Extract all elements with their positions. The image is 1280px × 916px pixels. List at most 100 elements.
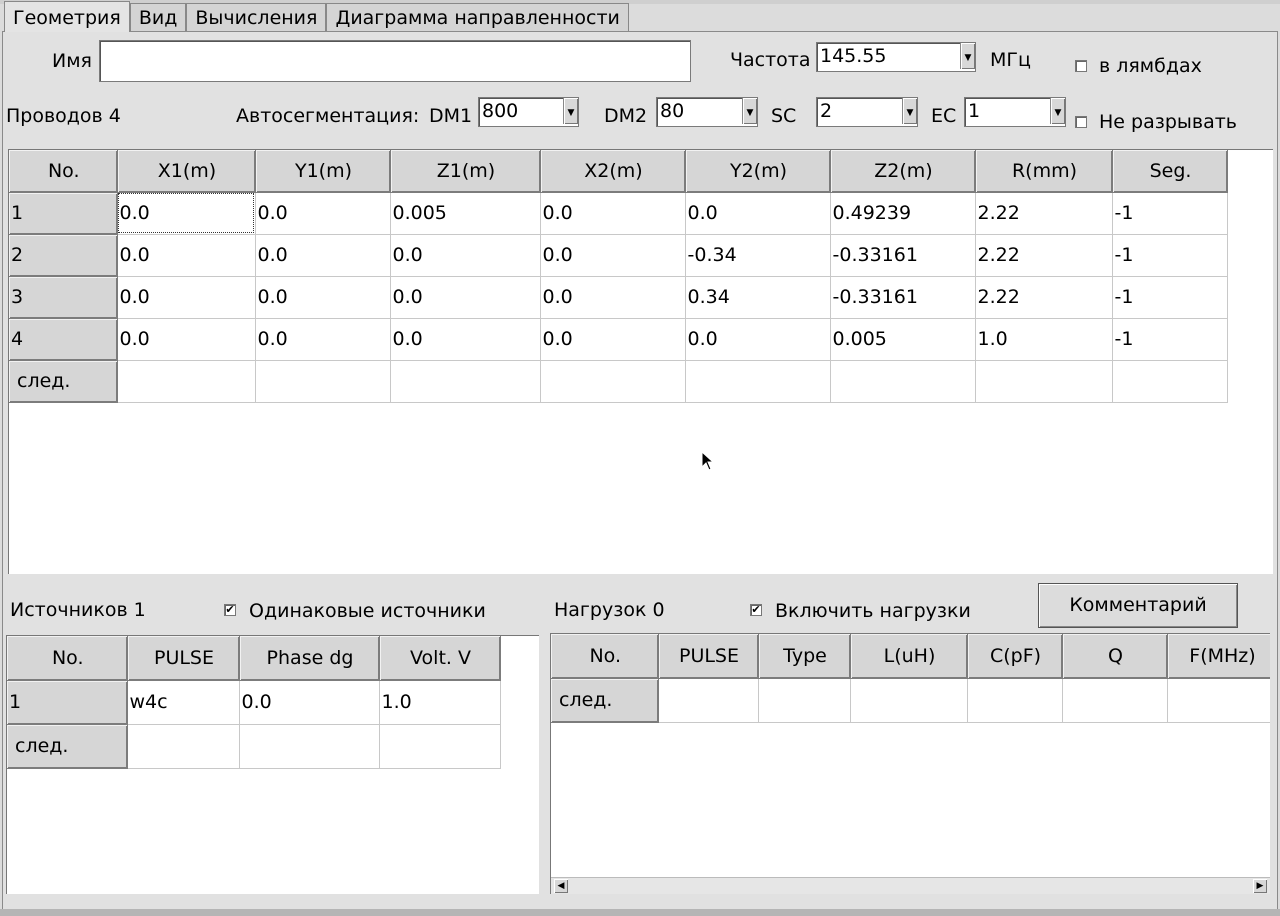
row-header[interactable]: 1 [9, 192, 118, 235]
tab-geometry[interactable]: Геометрия [4, 1, 130, 32]
grid-cell[interactable] [850, 678, 968, 723]
col-header-x2[interactable]: X2(m) [540, 150, 686, 193]
col-header-no[interactable]: No. [551, 634, 659, 679]
chevron-down-icon[interactable]: ▼ [960, 43, 975, 69]
grid-cell[interactable]: 0.0 [540, 234, 686, 277]
col-header-z1[interactable]: Z1(m) [390, 150, 541, 193]
row-header[interactable]: 2 [9, 234, 118, 277]
grid-cell[interactable]: 0.005 [830, 318, 976, 361]
grid-cell[interactable]: 0.0 [117, 276, 256, 319]
grid-cell[interactable] [1062, 678, 1168, 723]
col-header-q[interactable]: Q [1062, 634, 1168, 679]
grid-cell[interactable]: 0.0 [255, 318, 391, 361]
chevron-right-icon[interactable]: ▶ [1253, 879, 1267, 893]
grid-cell[interactable]: w4c [127, 680, 240, 725]
no-break-checkbox[interactable] [1075, 116, 1087, 128]
grid-cell[interactable]: 0.0 [540, 276, 686, 319]
dm1-combo[interactable]: 800 ▼ [478, 97, 579, 127]
grid-cell[interactable] [379, 724, 501, 769]
grid-cell[interactable]: -1 [1112, 192, 1228, 235]
chevron-down-icon[interactable]: ▼ [1050, 98, 1065, 124]
col-header-pulse[interactable]: PULSE [658, 634, 759, 679]
grid-cell[interactable]: 0.0 [390, 276, 541, 319]
col-header-phase[interactable]: Phase dg [239, 636, 380, 681]
ec-combo[interactable]: 1 ▼ [964, 97, 1066, 127]
wires-grid[interactable]: No. X1(m) Y1(m) Z1(m) X2(m) Y2(m) Z2(m) … [8, 149, 1273, 574]
grid-cell[interactable]: 0.0 [685, 318, 831, 361]
col-header-type[interactable]: Type [758, 634, 851, 679]
grid-cell[interactable]: 2.22 [975, 192, 1113, 235]
grid-cell[interactable] [830, 360, 976, 403]
name-input[interactable] [99, 40, 691, 82]
grid-cell[interactable]: 0.0 [255, 234, 391, 277]
frequency-combo[interactable]: 145.55 ▼ [816, 42, 976, 72]
grid-cell[interactable]: 0.0 [390, 234, 541, 277]
loads-horizontal-scrollbar[interactable]: ◀ ▶ [551, 877, 1270, 894]
lambda-checkbox[interactable] [1075, 60, 1087, 72]
grid-cell[interactable] [1112, 360, 1228, 403]
grid-cell[interactable]: 1.0 [975, 318, 1113, 361]
grid-cell[interactable]: 2.22 [975, 276, 1113, 319]
chevron-down-icon[interactable]: ▼ [563, 98, 578, 124]
grid-cell[interactable]: 0.005 [390, 192, 541, 235]
row-header[interactable]: 3 [9, 276, 118, 319]
grid-cell[interactable]: -1 [1112, 234, 1228, 277]
grid-cell[interactable]: 0.0 [117, 234, 256, 277]
col-header-y2[interactable]: Y2(m) [685, 150, 831, 193]
row-header[interactable]: 1 [7, 680, 128, 725]
grid-cell[interactable]: 2.22 [975, 234, 1113, 277]
tab-calculations[interactable]: Вычисления [186, 3, 327, 32]
grid-cell[interactable]: 0.0 [685, 192, 831, 235]
grid-cell[interactable]: -1 [1112, 276, 1228, 319]
grid-cell[interactable]: 0.49239 [830, 192, 976, 235]
sources-grid[interactable]: No. PULSE Phase dg Volt. V 1 w4c 0.0 1.0… [6, 635, 539, 894]
col-header-f[interactable]: F(MHz) [1167, 634, 1270, 679]
grid-cell[interactable]: -0.33161 [830, 276, 976, 319]
grid-cell[interactable] [658, 678, 759, 723]
grid-cell[interactable] [239, 724, 380, 769]
grid-cell[interactable]: 1.0 [379, 680, 501, 725]
dm2-combo[interactable]: 80 ▼ [656, 97, 758, 127]
col-header-c[interactable]: C(pF) [967, 634, 1063, 679]
row-header-next[interactable]: след. [551, 678, 659, 723]
same-sources-checkbox[interactable]: ✔ [224, 604, 236, 616]
row-header-next[interactable]: след. [9, 360, 118, 403]
row-header-next[interactable]: след. [7, 724, 128, 769]
grid-cell[interactable]: 0.0 [239, 680, 380, 725]
col-header-x1[interactable]: X1(m) [117, 150, 256, 193]
grid-cell[interactable] [117, 360, 256, 403]
grid-cell[interactable] [390, 360, 541, 403]
grid-cell[interactable]: 0.0 [255, 276, 391, 319]
sc-combo[interactable]: 2 ▼ [816, 97, 918, 127]
grid-cell[interactable] [127, 724, 240, 769]
col-header-pulse[interactable]: PULSE [127, 636, 240, 681]
grid-cell[interactable]: 0.0 [255, 192, 391, 235]
grid-cell[interactable]: 0.0 [540, 318, 686, 361]
tab-view[interactable]: Вид [129, 3, 187, 32]
col-header-volt[interactable]: Volt. V [379, 636, 501, 681]
tab-radiation-pattern[interactable]: Диаграмма направленности [326, 3, 629, 32]
grid-cell[interactable] [1167, 678, 1270, 723]
comment-button[interactable]: Комментарий [1038, 583, 1238, 628]
grid-cell[interactable] [685, 360, 831, 403]
col-header-l[interactable]: L(uH) [850, 634, 968, 679]
grid-cell[interactable]: 0.0 [117, 192, 256, 235]
grid-cell[interactable] [975, 360, 1113, 403]
grid-cell[interactable]: -0.34 [685, 234, 831, 277]
chevron-left-icon[interactable]: ◀ [554, 879, 568, 893]
col-header-r[interactable]: R(mm) [975, 150, 1113, 193]
grid-cell[interactable]: 0.0 [117, 318, 256, 361]
grid-cell[interactable]: -1 [1112, 318, 1228, 361]
grid-cell[interactable] [758, 678, 851, 723]
grid-cell[interactable]: 0.0 [540, 192, 686, 235]
col-header-y1[interactable]: Y1(m) [255, 150, 391, 193]
grid-cell[interactable]: 0.0 [390, 318, 541, 361]
grid-cell[interactable]: -0.33161 [830, 234, 976, 277]
grid-cell[interactable] [255, 360, 391, 403]
loads-grid[interactable]: No. PULSE Type L(uH) C(pF) Q F(MHz) след… [550, 633, 1270, 894]
chevron-down-icon[interactable]: ▼ [902, 98, 917, 124]
row-header[interactable]: 4 [9, 318, 118, 361]
col-header-seg[interactable]: Seg. [1112, 150, 1228, 193]
chevron-down-icon[interactable]: ▼ [742, 98, 757, 124]
grid-cell[interactable] [967, 678, 1063, 723]
